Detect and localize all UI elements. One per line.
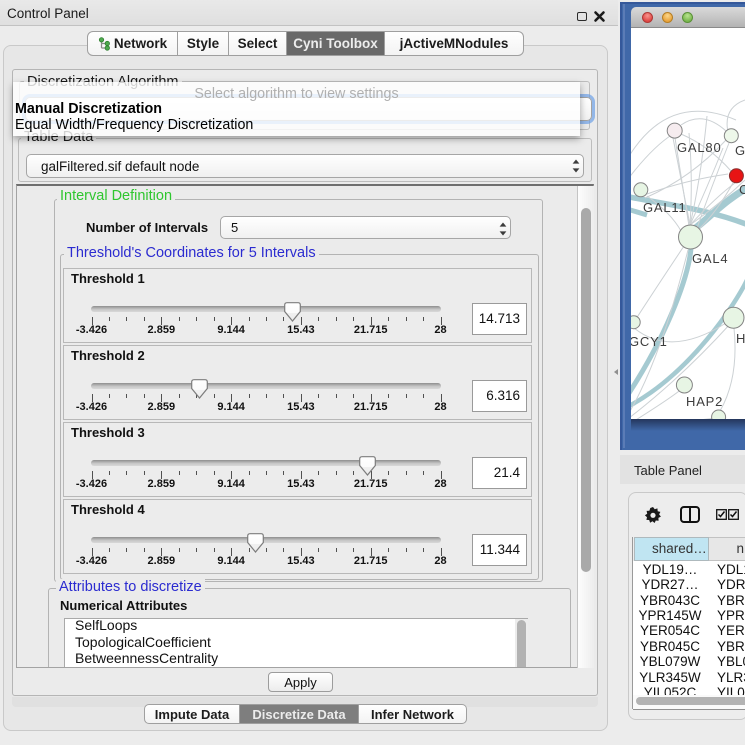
- svg-text:GAL11: GAL11: [643, 200, 687, 215]
- svg-text:C: C: [739, 182, 745, 197]
- svg-text:GAL80: GAL80: [677, 140, 721, 155]
- svg-text:GAL4: GAL4: [692, 251, 728, 266]
- svg-text:GCY1: GCY1: [631, 334, 668, 349]
- svg-text:HAP2: HAP2: [686, 394, 723, 409]
- svg-text:GA: GA: [735, 143, 745, 158]
- svg-text:H: H: [736, 331, 745, 346]
